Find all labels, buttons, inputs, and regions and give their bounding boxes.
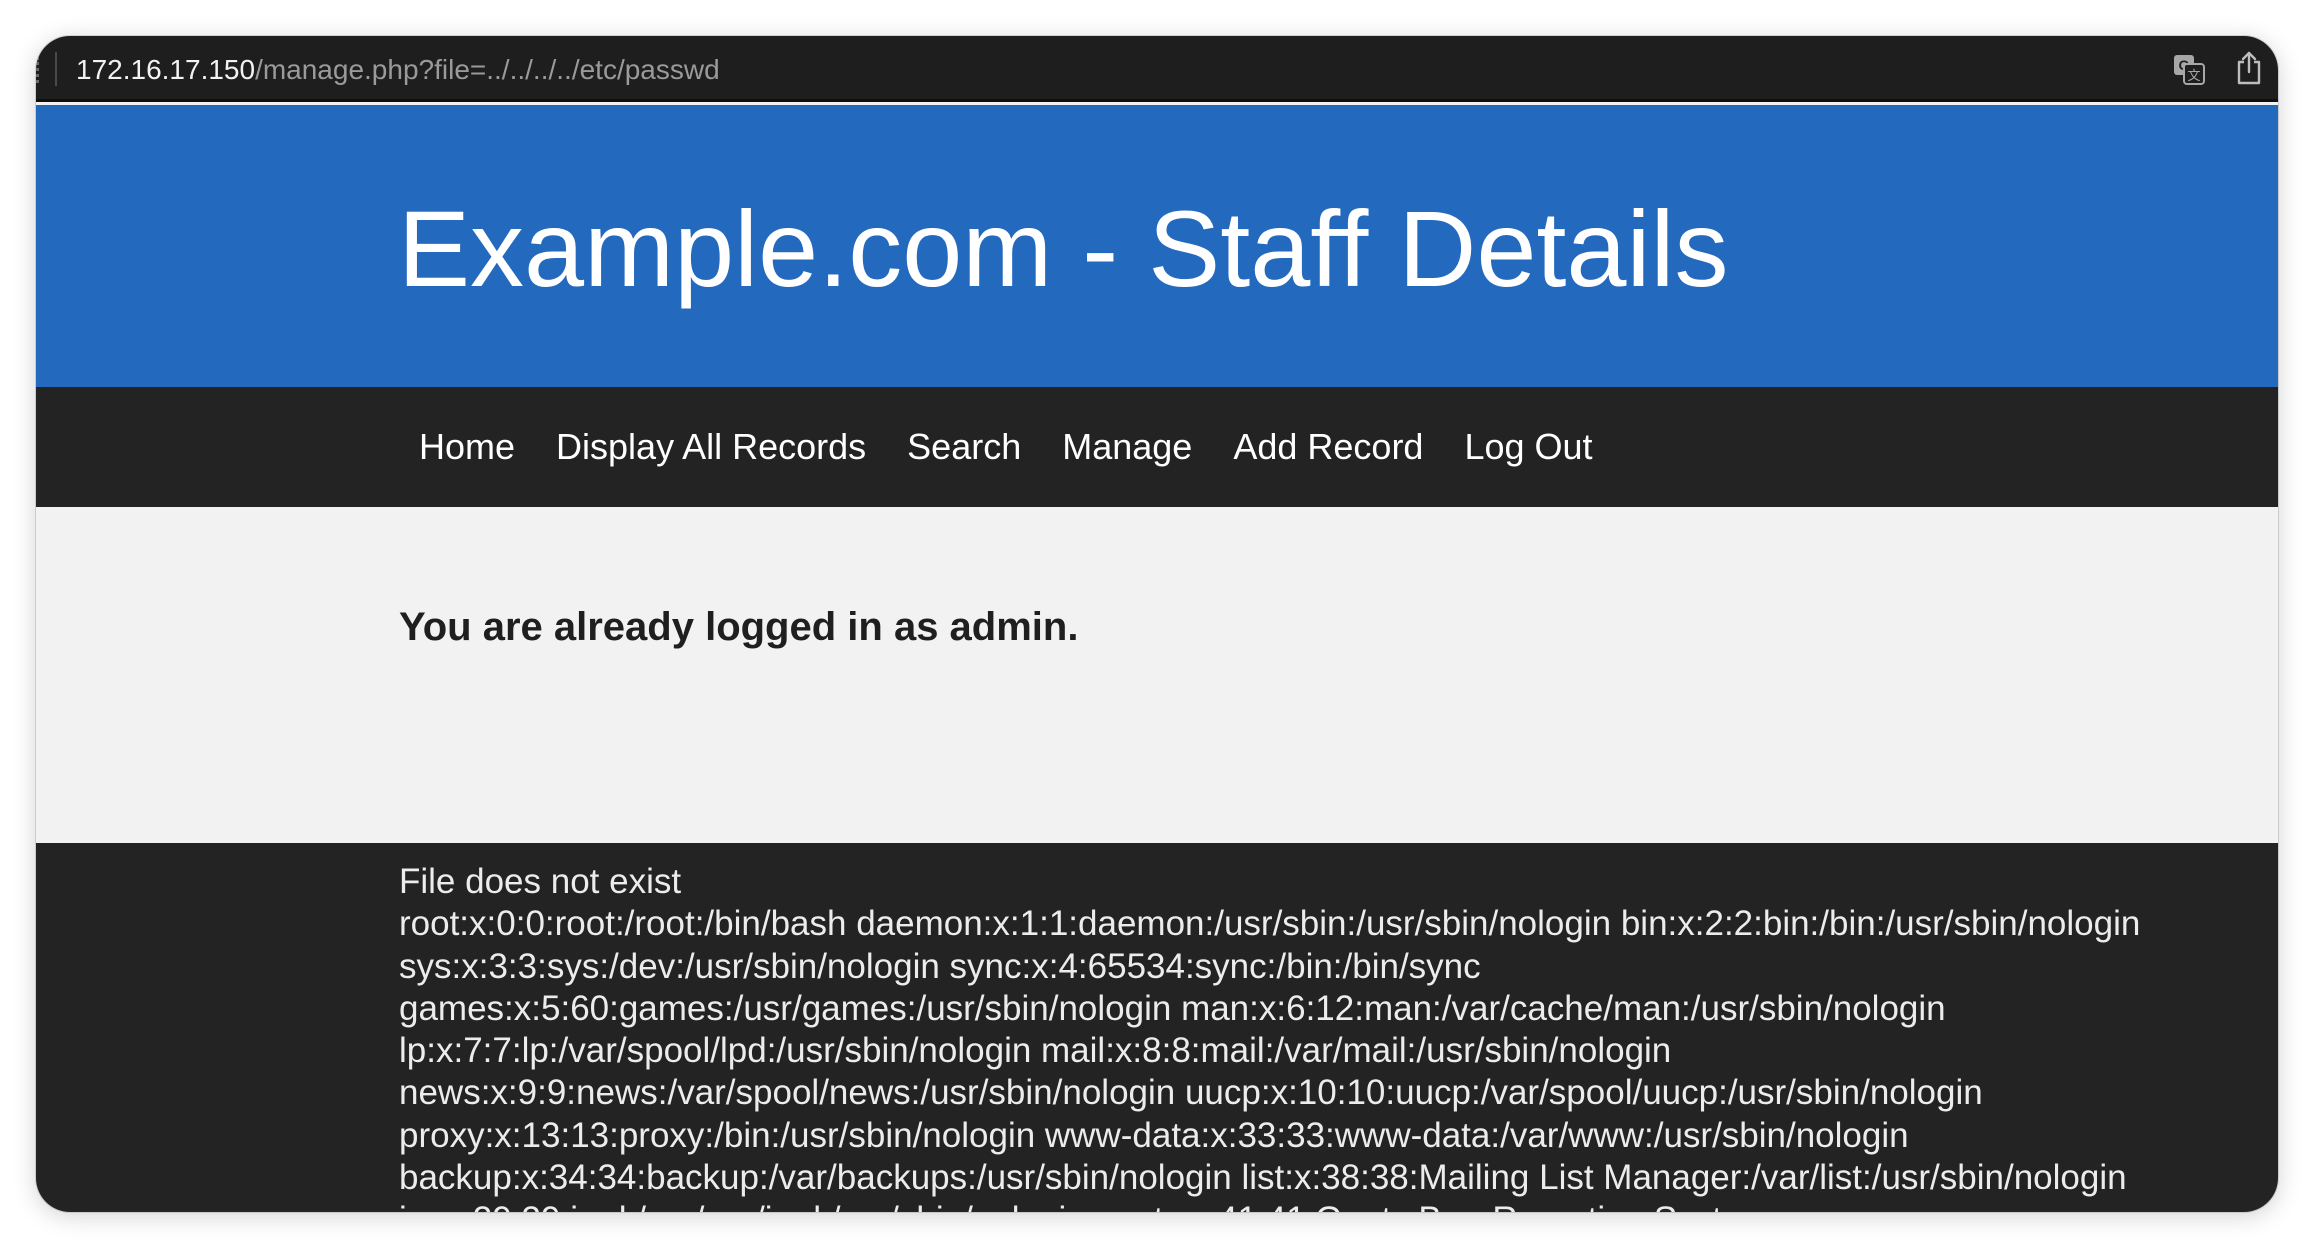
passwd-line: irc:x:39:39:ircd:/var/run/ircd:/usr/sbin…	[399, 1199, 2259, 1212]
nav-search[interactable]: Search	[907, 426, 1021, 467]
browser-window: 172.16.17.150/manage.php?file=../../../.…	[36, 36, 2278, 1212]
site-title: Example.com - Staff Details	[398, 188, 1729, 309]
passwd-line: games:x:5:60:games:/usr/games:/usr/sbin/…	[399, 988, 1946, 1028]
sidebar-handle[interactable]	[36, 57, 40, 83]
svg-text:文: 文	[2187, 68, 2200, 83]
url-host: 172.16.17.150	[76, 54, 256, 85]
nav-list: Home Display All Records Search Manage A…	[419, 425, 1593, 469]
passwd-line: sys:x:3:3:sys:/dev:/usr/sbin/nologin syn…	[399, 946, 1481, 986]
address-bar-divider	[55, 52, 57, 86]
passwd-line: news:x:9:9:news:/var/spool/news:/usr/sbi…	[399, 1073, 1983, 1113]
url-path: /manage.php?file=../../../../etc/passwd	[255, 54, 720, 85]
main-content: You are already logged in as admin.	[36, 507, 2278, 843]
nav-log-out[interactable]: Log Out	[1464, 426, 1592, 467]
nav-home[interactable]: Home	[419, 426, 515, 467]
site-header: Example.com - Staff Details	[36, 105, 2278, 387]
passwd-line: root:x:0:0:root:/root:/bin/bash daemon:x…	[399, 904, 2141, 944]
nav-add-record[interactable]: Add Record	[1233, 426, 1423, 467]
passwd-line: lp:x:7:7:lp:/var/spool/lpd:/usr/sbin/nol…	[399, 1031, 1672, 1071]
main-nav: Home Display All Records Search Manage A…	[36, 387, 2278, 507]
share-icon[interactable]	[2234, 50, 2264, 86]
nav-display-all-records[interactable]: Display All Records	[556, 426, 866, 467]
address-bar: 172.16.17.150/manage.php?file=../../../.…	[36, 36, 2278, 102]
file-output: File does not exist root:x:0:0:root:/roo…	[399, 861, 2259, 1212]
footer: File does not exist root:x:0:0:root:/roo…	[36, 843, 2278, 1212]
file-error-message: File does not exist	[399, 862, 682, 901]
passwd-line: proxy:x:13:13:proxy:/bin:/usr/sbin/nolog…	[399, 1115, 1909, 1155]
login-status-message: You are already logged in as admin.	[399, 605, 1079, 649]
passwd-line: backup:x:34:34:backup:/var/backups:/usr/…	[399, 1158, 2127, 1198]
translate-icon[interactable]: G 文	[2172, 52, 2206, 86]
url-field[interactable]: 172.16.17.150/manage.php?file=../../../.…	[76, 52, 720, 88]
nav-manage[interactable]: Manage	[1062, 426, 1192, 467]
